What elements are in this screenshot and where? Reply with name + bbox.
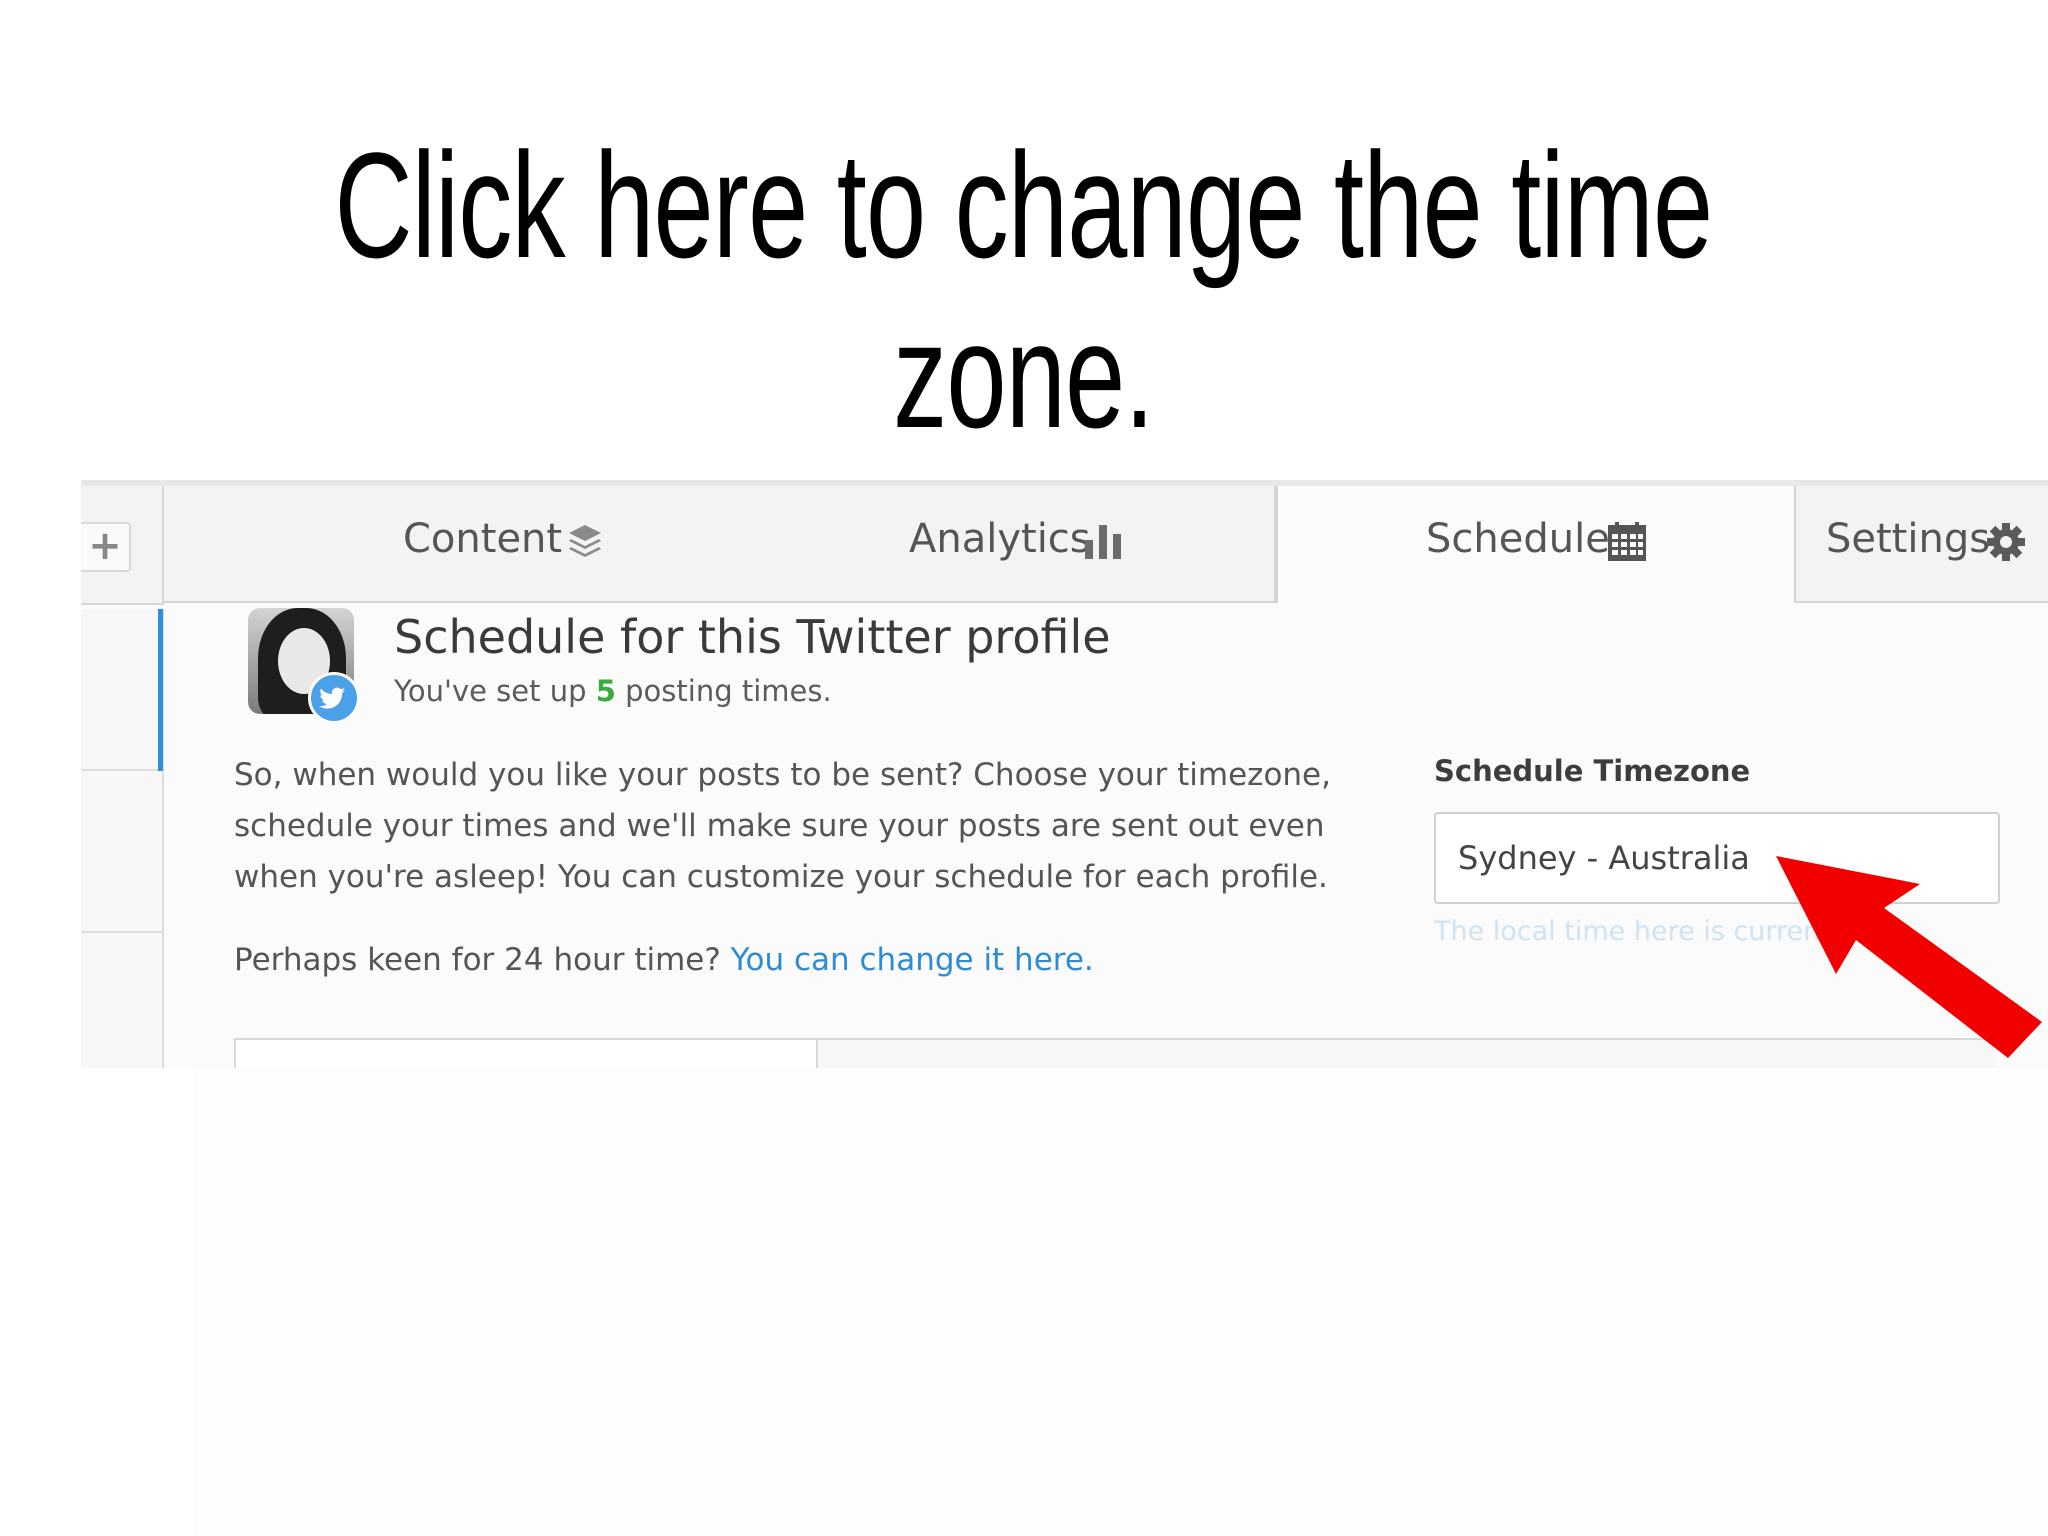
tab-analytics-label: Analytics: [909, 516, 1091, 562]
tab-settings[interactable]: Settings: [1796, 486, 2048, 603]
posting-times-suffix: posting times.: [615, 674, 832, 708]
red-arrow-icon: [1776, 856, 2042, 1058]
calendar-icon: [1607, 522, 1647, 566]
sidebar-active-indicator[interactable]: [158, 609, 163, 771]
gear-icon: [1986, 522, 2026, 566]
app-screenshot: + Content Analytics Schedule Settings Sc…: [81, 480, 2048, 1068]
tab-schedule-label: Schedule: [1426, 516, 1610, 562]
bar-chart-icon: [1084, 522, 1124, 564]
tab-analytics[interactable]: Analytics: [684, 486, 1276, 603]
hour-format-line: Perhaps keen for 24 hour time? You can c…: [234, 942, 1094, 978]
layers-icon: [567, 522, 603, 562]
tab-schedule[interactable]: Schedule: [1276, 486, 1796, 603]
posting-times-count: 5: [595, 674, 616, 708]
add-button[interactable]: +: [81, 522, 131, 572]
twitter-icon: [308, 672, 360, 724]
headline: Click here to change the time zone.: [334, 121, 1714, 459]
tab-content-label: Content: [403, 516, 563, 562]
profile-title: Schedule for this Twitter profile: [394, 610, 1111, 664]
timezone-label: Schedule Timezone: [1434, 754, 1751, 788]
sidebar-divider: [81, 769, 162, 771]
hour-format-prefix: Perhaps keen for 24 hour time?: [234, 942, 731, 978]
sidebar: [81, 609, 164, 1068]
sidebar-divider: [81, 931, 162, 933]
add-cell: +: [81, 486, 164, 605]
intro-text: So, when would you like your posts to be…: [234, 757, 1331, 895]
schedule-panel-left: [234, 1038, 818, 1068]
posting-times-prefix: You've set up: [394, 674, 596, 708]
page-background: [195, 1068, 2048, 1536]
posting-times-summary: You've set up 5 posting times.: [394, 674, 832, 708]
tab-content[interactable]: Content: [164, 486, 684, 603]
hour-format-link[interactable]: You can change it here.: [731, 942, 1094, 978]
tab-settings-label: Settings: [1826, 516, 1991, 562]
